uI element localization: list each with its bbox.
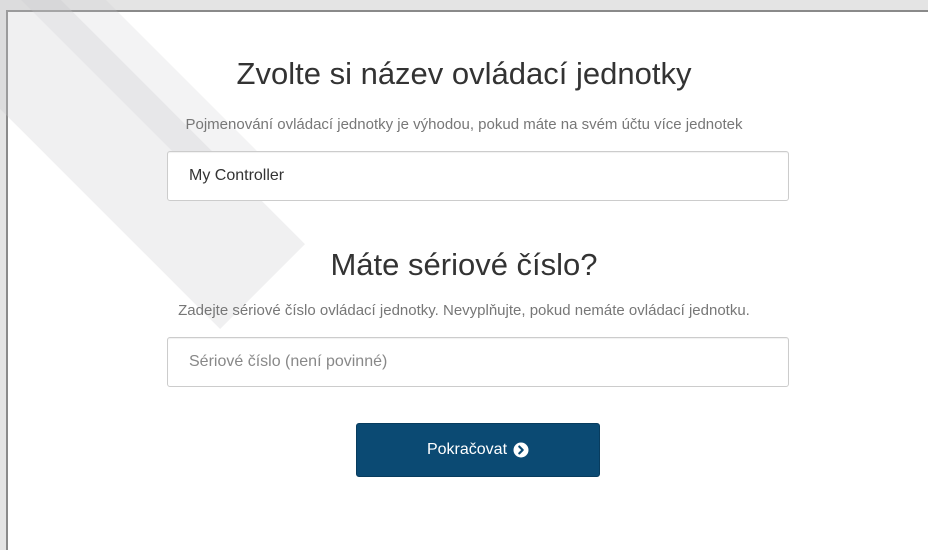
chevron-circle-right-icon (513, 442, 529, 458)
controller-name-input[interactable] (167, 151, 789, 201)
serial-number-input[interactable] (167, 337, 789, 387)
name-section-title: Zvolte si název ovládací jednotky (236, 56, 692, 91)
serial-section-title: Máte sériové číslo? (330, 247, 598, 282)
continue-button-label: Pokračovat (426, 441, 508, 458)
setup-form: Zvolte si název ovládací jednotky Pojmen… (0, 0, 928, 532)
name-section-description: Pojmenování ovládací jednotky je výhodou… (185, 116, 743, 133)
continue-button[interactable]: Pokračovat (356, 423, 600, 477)
serial-section-description: Zadejte sériové číslo ovládací jednotky.… (178, 302, 750, 319)
